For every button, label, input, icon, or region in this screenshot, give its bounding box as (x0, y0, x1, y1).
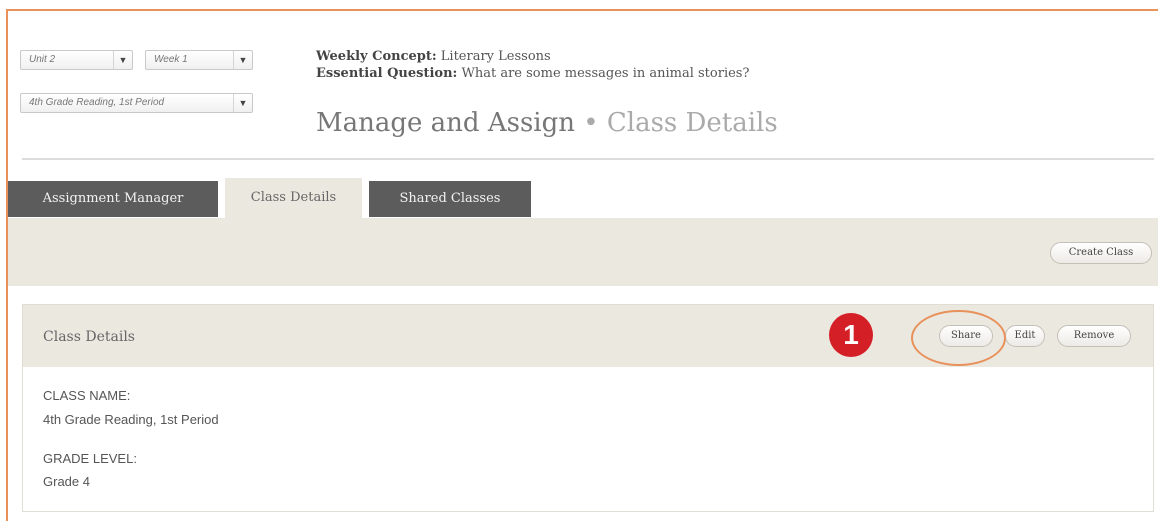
chevron-down-icon: ▼ (113, 51, 132, 69)
page-title-separator: • (574, 108, 607, 138)
weekly-concept-label: Weekly Concept: (316, 49, 437, 64)
highlight-ring (911, 310, 1006, 366)
class-name-value: 4th Grade Reading, 1st Period (43, 412, 219, 427)
chevron-down-icon: ▼ (233, 51, 252, 69)
class-name-label: CLASS NAME: (43, 388, 131, 403)
class-select-value: 4th Grade Reading, 1st Period (29, 97, 165, 108)
unit-select[interactable]: Unit 2 ▼ (20, 50, 133, 70)
week-select[interactable]: Week 1 ▼ (145, 50, 253, 70)
tab-assignment-manager[interactable]: Assignment Manager (8, 181, 218, 217)
panel-title: Class Details (43, 329, 135, 345)
page-title-main: Manage and Assign (316, 108, 575, 138)
chevron-down-icon: ▼ (233, 94, 252, 112)
essential-question-label: Essential Question: (316, 66, 458, 81)
grade-level-label: GRADE LEVEL: (43, 451, 137, 466)
page-title-sub: Class Details (606, 108, 778, 138)
header-divider (22, 158, 1154, 160)
create-class-button[interactable]: Create Class (1050, 242, 1152, 264)
tab-class-details[interactable]: Class Details (225, 178, 362, 220)
weekly-concept-value: Literary Lessons (440, 49, 551, 64)
week-select-value: Week 1 (154, 54, 188, 65)
grade-level-value: Grade 4 (43, 474, 90, 489)
toolbar: Create Class (8, 218, 1158, 286)
unit-select-value: Unit 2 (29, 54, 56, 65)
weekly-concept-block: Weekly Concept: Literary Lessons Essenti… (316, 48, 749, 82)
page-title: Manage and Assign • Class Details (316, 108, 778, 138)
essential-question: Essential Question: What are some messag… (316, 65, 749, 82)
weekly-concept: Weekly Concept: Literary Lessons (316, 48, 749, 65)
step-number-badge: 1 (829, 313, 873, 357)
tab-shared-classes[interactable]: Shared Classes (369, 181, 531, 217)
essential-question-value: What are some messages in animal stories… (461, 66, 750, 81)
edit-button[interactable]: Edit (1005, 325, 1045, 347)
remove-button[interactable]: Remove (1057, 325, 1131, 347)
class-select[interactable]: 4th Grade Reading, 1st Period ▼ (20, 93, 253, 113)
